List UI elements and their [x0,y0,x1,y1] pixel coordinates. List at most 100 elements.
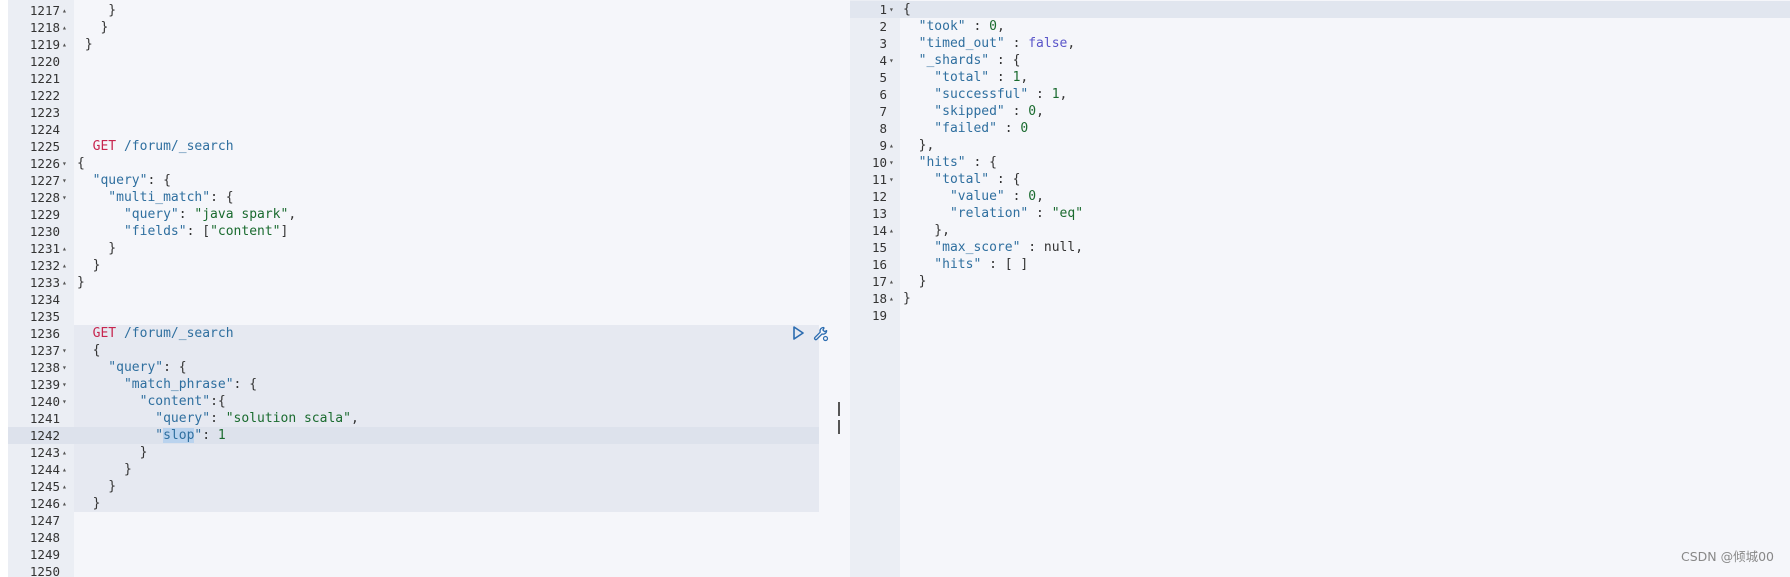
fold-close-icon[interactable]: ▴ [889,137,894,154]
code-text: { [77,342,101,359]
code-token: : { [989,53,1021,68]
code-line[interactable]: 1234 [8,291,850,308]
code-line[interactable]: 1233 ▴} [8,274,850,291]
line-number: 1221 [29,71,60,86]
code-token: { [903,2,911,17]
code-text: "total" : { [903,171,1020,188]
code-token: } [77,496,101,511]
code-token: : [1004,104,1029,119]
line-number: 1232 [29,258,60,273]
request-actions [792,326,829,342]
code-line[interactable]: 1230 "fields": ["content"] [8,223,850,240]
code-token: "query" [77,411,211,426]
fold-open-icon[interactable]: ▾ [62,172,67,189]
code-line: 16 "hits" : [ ] [850,256,1790,273]
code-text: } [77,19,108,36]
line-number: 1229 [29,207,60,222]
code-line[interactable]: 1243 ▴ } [8,444,850,461]
code-line[interactable]: 1248 [8,529,850,546]
code-line[interactable]: 1240 ▾ "content":{ [8,393,850,410]
fold-open-icon[interactable]: ▾ [62,359,67,376]
fold-close-icon[interactable]: ▴ [889,273,894,290]
fold-close-icon[interactable]: ▴ [62,461,67,478]
fold-close-icon[interactable]: ▴ [62,495,67,512]
code-line[interactable]: 1231 ▴ } [8,240,850,257]
code-line[interactable]: 1228 ▾ "multi_match": { [8,189,850,206]
code-line[interactable]: 1249 [8,546,850,563]
fold-close-icon[interactable]: ▴ [62,478,67,495]
code-token: GET [77,326,117,341]
fold-open-icon[interactable]: ▾ [889,1,894,18]
fold-open-icon[interactable]: ▾ [62,155,67,172]
code-line[interactable]: 1218 ▴ } [8,19,850,36]
code-line[interactable]: 1237 ▾ { [8,342,850,359]
code-line[interactable]: 1219 ▴ } [8,36,850,53]
line-number: 3 [879,36,887,51]
code-line: 2 "took" : 0, [850,18,1790,35]
code-line[interactable]: 1241 "query": "solution scala", [8,410,850,427]
code-line[interactable]: 1221 [8,70,850,87]
fold-close-icon[interactable]: ▴ [62,444,67,461]
line-number: 1241 [29,411,60,426]
fold-close-icon[interactable]: ▴ [62,240,67,257]
code-line[interactable]: 1245 ▴ } [8,478,850,495]
code-token: /forum/_search [116,139,234,154]
code-line[interactable]: 1220 [8,53,850,70]
fold-open-icon[interactable]: ▾ [62,393,67,410]
line-number: 1235 [29,309,60,324]
fold-open-icon[interactable]: ▾ [62,342,67,359]
fold-open-icon[interactable]: ▾ [62,376,67,393]
line-number: 16 [871,257,887,272]
play-icon[interactable] [792,326,805,342]
fold-open-icon[interactable]: ▾ [62,189,67,206]
code-line[interactable]: 1246 ▴ } [8,495,850,512]
code-line[interactable]: 1239 ▾ "match_phrase": { [8,376,850,393]
resize-handle-icon[interactable] [838,402,844,434]
fold-close-icon[interactable]: ▴ [62,274,67,291]
code-line[interactable]: 1223 [8,104,850,121]
code-line[interactable]: 1250 [8,563,850,577]
code-token: slop [163,428,195,443]
code-line[interactable]: 1238 ▾ "query": { [8,359,850,376]
code-line[interactable]: 1232 ▴ } [8,257,850,274]
code-token: null [1043,240,1076,255]
request-editor[interactable]: 1217 ▴ } 1218 ▴ } 1219 ▴ } 1220 1221 1222 1223 122… [8,0,850,577]
code-line[interactable]: 1226 ▾ { [8,155,850,172]
code-line: 14 ▴ }, [850,222,1790,239]
wrench-icon[interactable] [813,326,829,342]
fold-close-icon[interactable]: ▴ [62,257,67,274]
line-number: 1227 [29,173,60,188]
code-line: 9 ▴ }, [850,137,1790,154]
code-token: : [1028,87,1052,102]
fold-close-icon[interactable]: ▴ [889,222,894,239]
line-number: 15 [871,240,887,255]
code-line[interactable]: 1242 "slop": 1 [8,427,850,444]
fold-close-icon[interactable]: ▴ [62,36,67,53]
code-token: } [903,274,927,289]
code-line[interactable]: 1224 [8,121,850,138]
code-line[interactable]: 1227 ▾ "query": { [8,172,850,189]
code-line[interactable]: 1217 ▴ } [8,2,850,19]
code-line: 13 "relation" : "eq" [850,205,1790,222]
fold-open-icon[interactable]: ▾ [889,154,894,171]
fold-close-icon[interactable]: ▴ [889,290,894,307]
code-token: "java spark" [194,207,289,222]
fold-close-icon[interactable]: ▴ [62,2,67,19]
code-line[interactable]: 1229 "query": "java spark", [8,206,850,223]
code-text: GET /forum/_search [77,138,234,155]
line-number: 1239 [29,377,60,392]
code-line[interactable]: 1247 [8,512,850,529]
code-token: : [965,19,990,34]
code-token: 1 [1051,87,1060,102]
code-line[interactable]: 1222 [8,87,850,104]
code-line[interactable]: 1235 [8,308,850,325]
fold-open-icon[interactable]: ▾ [889,171,894,188]
fold-close-icon[interactable]: ▴ [62,19,67,36]
code-line[interactable]: 1225 GET /forum/_search [8,138,850,155]
code-line[interactable]: 1244 ▴ } [8,461,850,478]
line-number: 1250 [29,564,60,577]
request-code-lines[interactable]: 1217 ▴ } 1218 ▴ } 1219 ▴ } 1220 1221 1222 1223 122… [8,2,850,577]
line-number: 1238 [29,360,60,375]
code-line[interactable]: 1236 GET /forum/_search [8,325,850,342]
fold-open-icon[interactable]: ▾ [889,52,894,69]
